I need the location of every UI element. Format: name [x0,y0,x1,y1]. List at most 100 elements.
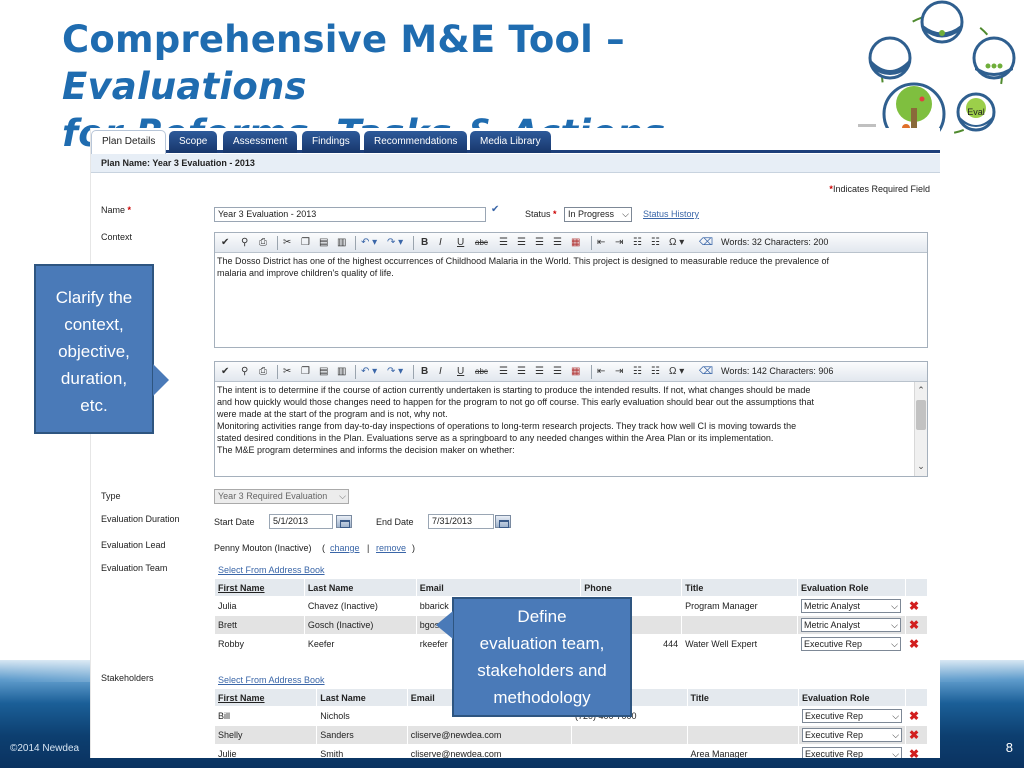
outdent-icon[interactable]: ⇤ [597,365,605,378]
calendar-icon[interactable] [336,515,352,528]
table-icon[interactable]: ▦ [571,236,580,249]
role-select[interactable]: Executive Rep ⌵ [802,728,903,742]
role-select[interactable]: Metric Analyst ⌵ [800,618,901,632]
redo-icon[interactable]: ↷ ▾ [387,236,403,249]
editor-scrollbar[interactable]: ⌃ ⌄ [914,382,927,476]
col-role[interactable]: Evaluation Role [798,688,907,707]
cut-icon[interactable]: ✂ [283,365,291,378]
table-icon[interactable]: ▦ [571,365,580,378]
clear-format-icon[interactable]: ⌫ [699,236,713,249]
role-select[interactable]: Executive Rep ⌵ [802,709,903,723]
strikethrough-icon[interactable]: abc [475,236,488,249]
special-char-icon[interactable]: Ω ▾ [669,236,684,249]
numbered-list-icon[interactable]: ☷ [633,236,642,249]
underline-icon[interactable]: U [457,236,464,249]
col-first-name[interactable]: First Name [214,578,305,597]
delete-icon[interactable]: ✖ [909,747,919,758]
required-field-note: *Indicates Required Field [829,184,930,194]
copy-icon[interactable]: ❐ [301,236,310,249]
align-center-icon[interactable]: ☰ [517,365,526,378]
justify-icon[interactable]: ☰ [553,365,562,378]
role-select[interactable]: Metric Analyst ⌵ [800,599,901,613]
cut-icon[interactable]: ✂ [283,236,291,249]
tab-recommendations[interactable]: Recommendations [364,131,468,153]
lead-remove-link[interactable]: remove [376,543,406,553]
col-last-name[interactable]: Last Name [316,688,408,707]
bold-icon[interactable]: B [421,236,428,249]
undo-icon[interactable]: ↶ ▾ [361,236,377,249]
find-icon[interactable]: ⚲ [241,365,248,378]
print-icon[interactable]: ⎙ [259,236,267,249]
status-select[interactable]: In Progress ⌵ [564,207,632,222]
stakeholders-select-link[interactable]: Select From Address Book [218,675,325,685]
delete-icon[interactable]: ✖ [909,709,919,723]
scroll-up-icon[interactable]: ⌃ [915,384,927,398]
tab-scope[interactable]: Scope [169,131,218,153]
bullet-list-icon[interactable]: ☷ [651,365,660,378]
lead-change-link[interactable]: change [330,543,360,553]
col-last-name[interactable]: Last Name [303,578,417,597]
redo-icon[interactable]: ↷ ▾ [387,365,403,378]
paste-word-icon[interactable]: ▥ [337,236,346,249]
underline-icon[interactable]: U [457,365,464,378]
copy-icon[interactable]: ❐ [301,365,310,378]
status-history-link[interactable]: Status History [643,209,699,219]
bullet-list-icon[interactable]: ☷ [651,236,660,249]
context-text[interactable]: The Dosso District has one of the highes… [215,253,927,279]
indent-icon[interactable]: ⇥ [615,236,623,249]
align-left-icon[interactable]: ☰ [499,365,508,378]
editor-line: The intent is to determine if the course… [217,385,811,395]
name-input[interactable]: Year 3 Evaluation - 2013 [214,207,486,222]
paste-word-icon[interactable]: ▥ [337,365,346,378]
find-icon[interactable]: ⚲ [241,236,248,249]
spellcheck-icon[interactable]: ✔ [221,236,229,249]
spellcheck-icon[interactable]: ✔ [221,365,229,378]
col-title[interactable]: Title [681,578,798,597]
col-first-name[interactable]: First Name [213,688,318,707]
paste-icon[interactable]: ▤ [319,236,328,249]
paste-icon[interactable]: ▤ [319,365,328,378]
type-select[interactable]: Year 3 Required Evaluation ⌵ [214,489,349,504]
col-role[interactable]: Evaluation Role [796,578,906,597]
delete-icon[interactable]: ✖ [909,728,919,742]
print-icon[interactable]: ⎙ [259,365,267,378]
scroll-thumb[interactable] [916,400,926,430]
objective-text[interactable]: The intent is to determine if the course… [215,382,927,476]
scroll-down-icon[interactable]: ⌄ [915,460,927,474]
numbered-list-icon[interactable]: ☷ [633,365,642,378]
col-email[interactable]: Email [415,578,582,597]
justify-icon[interactable]: ☰ [553,236,562,249]
special-char-icon[interactable]: Ω ▾ [669,365,684,378]
chevron-down-icon: ⌵ [892,749,900,758]
role-select[interactable]: Executive Rep ⌵ [800,637,901,651]
indent-icon[interactable]: ⇥ [615,365,623,378]
delete-icon[interactable]: ✖ [909,637,919,651]
tab-findings[interactable]: Findings [302,131,360,153]
tab-media-library[interactable]: Media Library [470,131,551,153]
align-right-icon[interactable]: ☰ [535,365,544,378]
start-date-input[interactable]: 5/1/2013 [269,514,333,529]
outdent-icon[interactable]: ⇤ [597,236,605,249]
col-phone[interactable]: Phone [580,578,683,597]
col-title[interactable]: Title [686,688,800,707]
italic-icon[interactable]: I [439,365,442,378]
align-left-icon[interactable]: ☰ [499,236,508,249]
tab-assessment[interactable]: Assessment [223,131,298,153]
strikethrough-icon[interactable]: abc [475,365,488,378]
delete-icon[interactable]: ✖ [909,618,919,632]
delete-icon[interactable]: ✖ [909,599,919,613]
align-right-icon[interactable]: ☰ [535,236,544,249]
end-date-input[interactable]: 7/31/2013 [428,514,494,529]
spellcheck-icon[interactable]: ✔ [491,204,499,215]
team-select-link[interactable]: Select From Address Book [218,565,325,575]
calendar-icon[interactable] [495,515,511,528]
align-center-icon[interactable]: ☰ [517,236,526,249]
tab-plan-details[interactable]: Plan Details [91,130,167,154]
undo-icon[interactable]: ↶ ▾ [361,365,377,378]
context-label: Context [101,232,133,242]
callout-team: Define evaluation team, stakeholders and… [436,597,632,717]
bold-icon[interactable]: B [421,365,428,378]
role-select[interactable]: Executive Rep ⌵ [802,747,903,758]
italic-icon[interactable]: I [439,236,442,249]
clear-format-icon[interactable]: ⌫ [699,365,713,378]
